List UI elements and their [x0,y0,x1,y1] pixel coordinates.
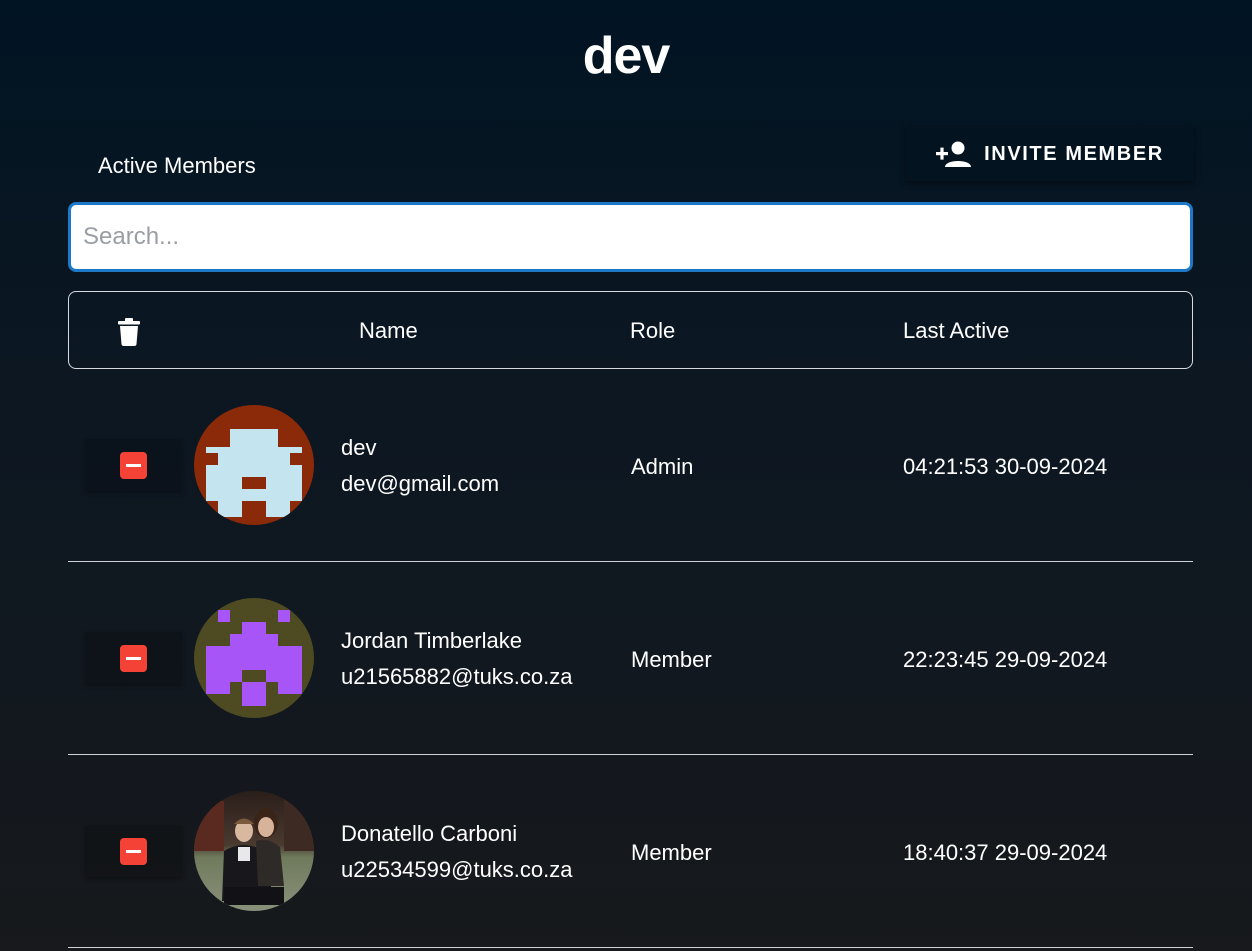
remove-member-button[interactable] [85,632,182,684]
member-email: u22534599@tuks.co.za [341,857,573,882]
avatar [194,405,314,525]
member-email: dev@gmail.com [341,471,500,496]
member-last-active: 04:21:53 30-09-2024 [903,454,1108,479]
remove-icon [120,451,147,479]
avatar [194,791,314,911]
remove-icon [120,837,147,865]
member-name: dev [341,435,377,460]
avatar [194,598,314,718]
table-row: Donatello Carboni u22534599@tuks.co.za M… [68,755,1193,948]
member-last-active: 18:40:37 29-09-2024 [903,840,1108,865]
person-add-icon [936,141,972,167]
invite-member-button[interactable]: INVITE MEMBER [906,127,1194,181]
column-header-role: Role [630,318,676,343]
member-last-active: 22:23:45 29-09-2024 [903,647,1108,672]
remove-icon [120,644,147,672]
member-name: Jordan Timberlake [341,628,522,653]
invite-member-label: INVITE MEMBER [984,142,1164,165]
member-name: Donatello Carboni [341,821,518,846]
member-role: Member [631,647,712,672]
active-members-label: Active Members [98,153,256,178]
remove-member-button[interactable] [85,825,182,877]
table-row: dev dev@gmail.com Admin 04:21:53 30-09-2… [68,369,1193,562]
column-header-name: Name [359,318,418,343]
page-title: dev [582,27,671,85]
member-email: u21565882@tuks.co.za [341,664,573,689]
table-header: Name Role Last Active [68,291,1193,369]
member-role: Member [631,840,712,865]
column-header-last-active: Last Active [903,318,1010,343]
table-row: Jordan Timberlake u21565882@tuks.co.za M… [68,562,1193,755]
search-input[interactable] [68,202,1193,272]
remove-member-button[interactable] [85,439,182,491]
trash-icon[interactable] [118,318,140,351]
member-role: Admin [631,454,694,479]
